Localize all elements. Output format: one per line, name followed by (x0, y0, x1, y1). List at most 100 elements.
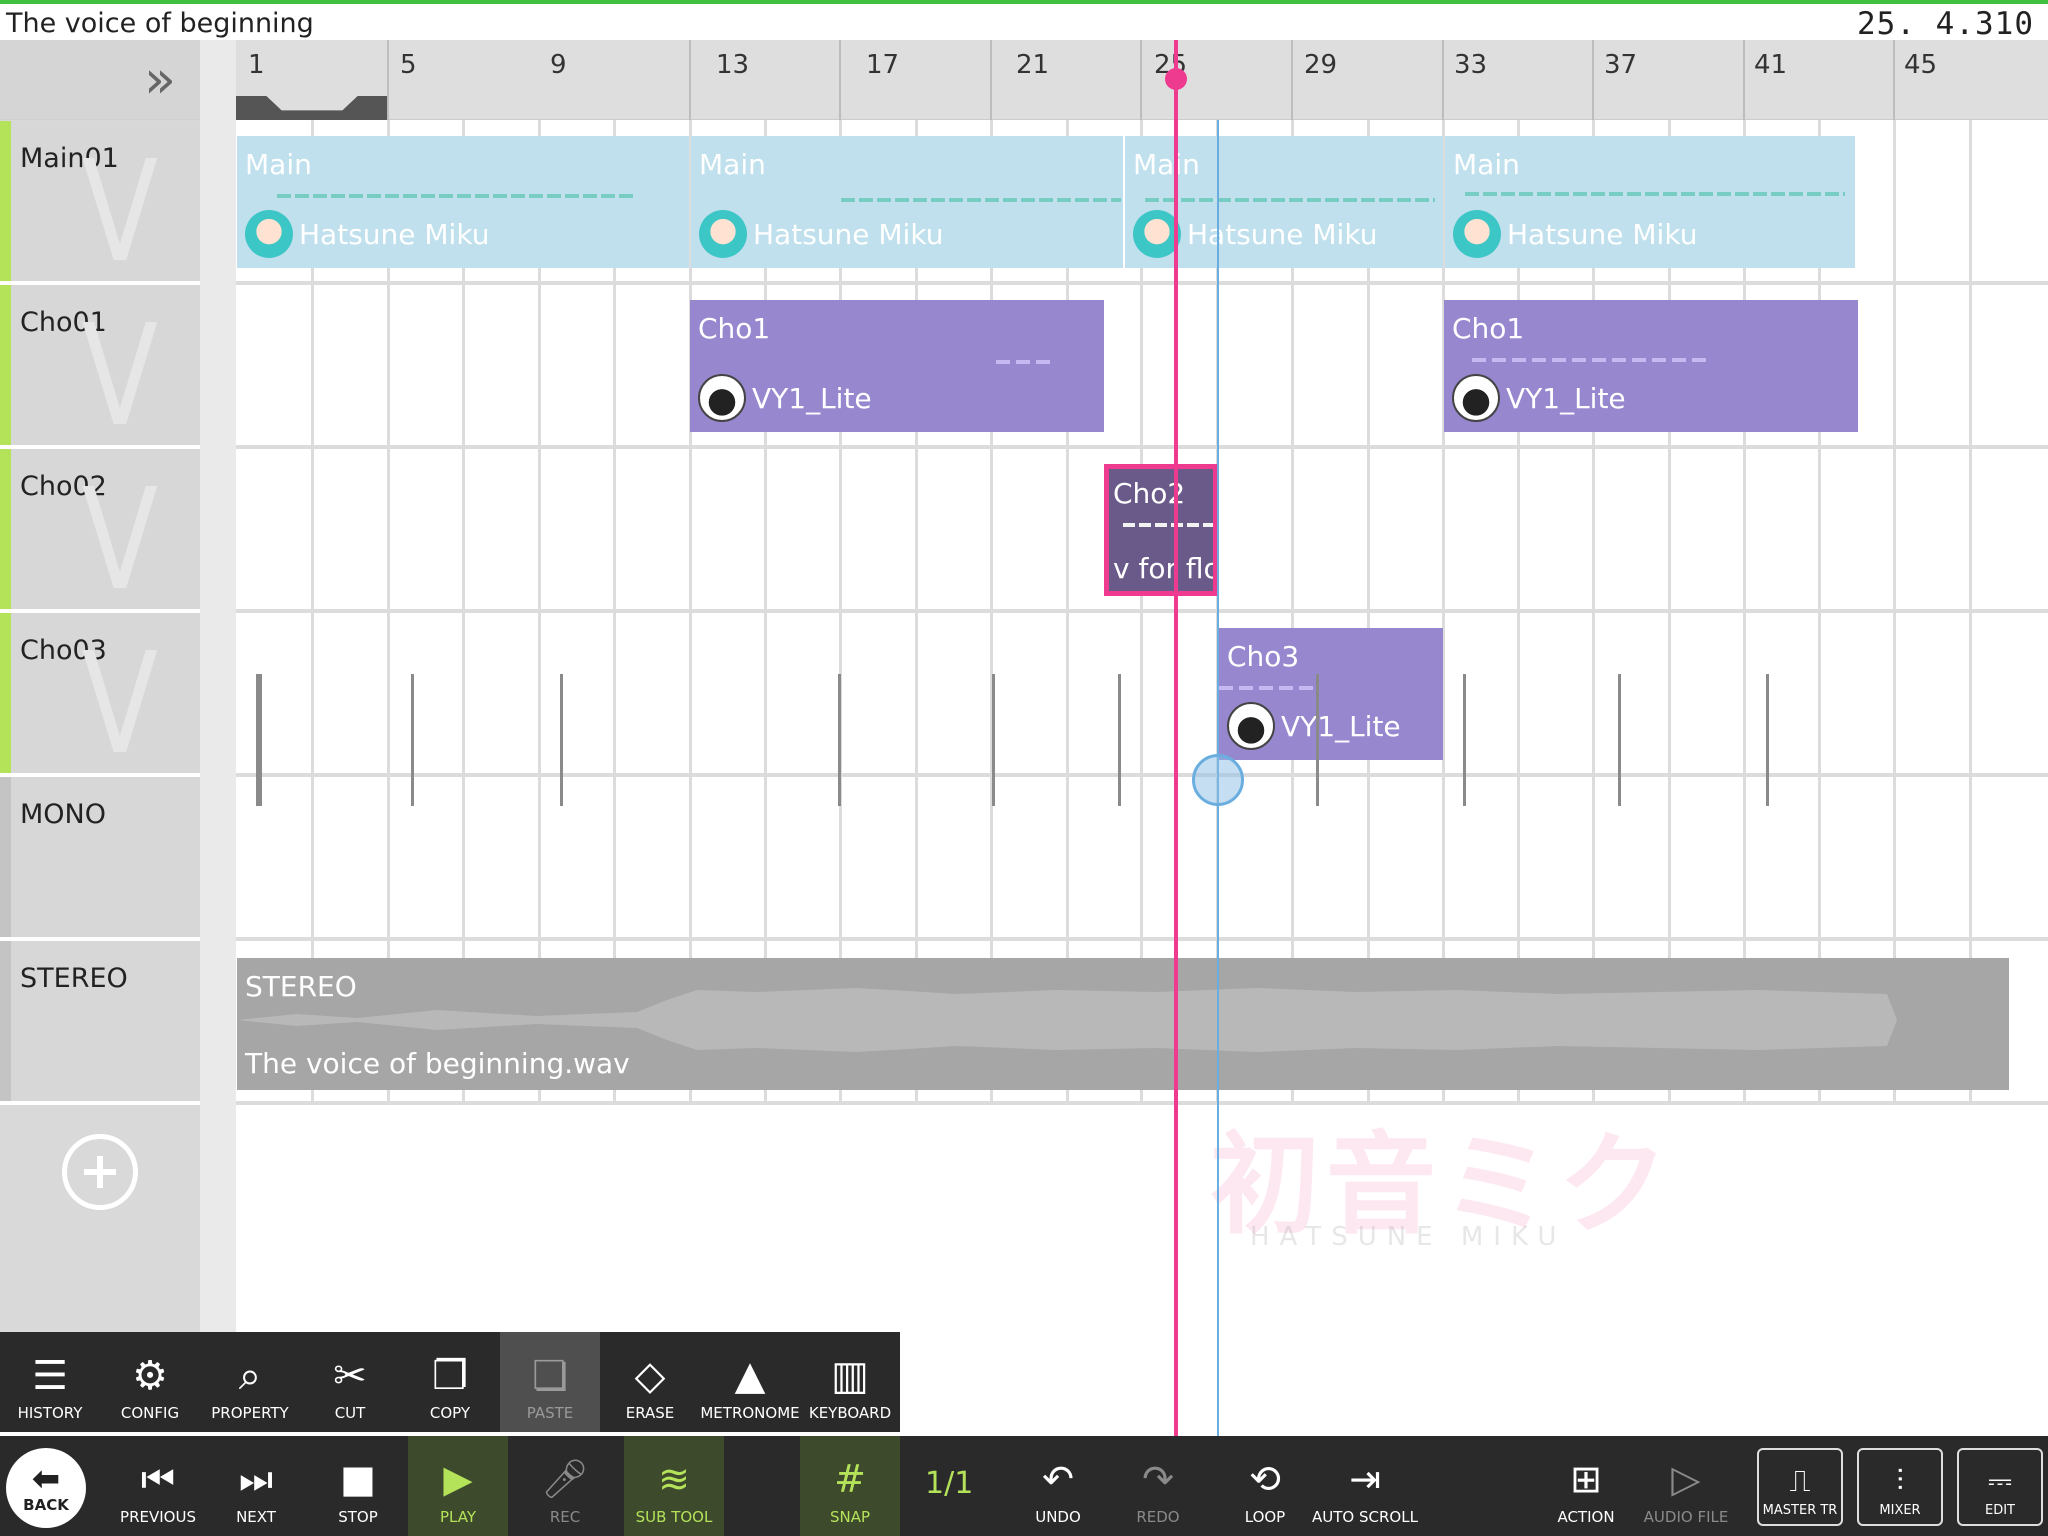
audio-file-button[interactable]: ▷ AUDIO FILE (1636, 1436, 1736, 1536)
property-button[interactable]: ⌕ PROPERTY (200, 1332, 300, 1432)
copy-icon: ❐ (432, 1353, 468, 1399)
bar-tick (1291, 40, 1293, 120)
snap-button[interactable]: # SNAP (800, 1436, 900, 1536)
clip-cho2-selected[interactable]: Cho2 v for flo (1104, 464, 1218, 596)
metronome-button[interactable]: ▲ METRONOME (700, 1332, 800, 1432)
clip-singer: Hatsune Miku (699, 210, 943, 258)
track-header-cho03[interactable]: Cho03 V (0, 613, 200, 777)
auto-scroll-button[interactable]: ⇥ AUTO SCROLL (1310, 1436, 1420, 1536)
singer-name: VY1_Lite (1281, 709, 1401, 743)
clip-title: Main (699, 148, 766, 181)
clip-title: STEREO (245, 970, 357, 1003)
play-button[interactable]: ▶ PLAY (408, 1436, 508, 1536)
undo-button[interactable]: ↶ UNDO (1008, 1436, 1108, 1536)
track-header-stereo[interactable]: STEREO (0, 941, 200, 1105)
redo-button[interactable]: ↷ REDO (1108, 1436, 1208, 1536)
singer-name: VY1_Lite (1506, 381, 1626, 415)
clip-main[interactable]: Main Hatsune Miku (1125, 136, 1443, 268)
copy-button[interactable]: ❐ COPY (400, 1332, 500, 1432)
song-title: The voice of beginning (6, 8, 314, 39)
keyboard-button[interactable]: ▥ KEYBOARD (800, 1332, 900, 1432)
history-icon: ☰ (32, 1353, 68, 1399)
history-button[interactable]: ☰ HISTORY (0, 1332, 100, 1432)
loop-range-marker[interactable] (236, 96, 388, 120)
auto-scroll-icon: ⇥ (1349, 1457, 1381, 1501)
bar-number: 45 (1904, 50, 1938, 80)
track-header-mono[interactable]: MONO (0, 777, 200, 941)
clip-cho1[interactable]: Cho1 VY1_Lite (1444, 300, 1858, 432)
singer-avatar-icon (698, 374, 746, 422)
track-name: MONO (20, 799, 106, 830)
track-color-stripe (0, 285, 11, 445)
gear-icon: ⚙ (132, 1353, 168, 1399)
bar-number: 13 (716, 50, 750, 80)
audio-marker (1463, 674, 1466, 806)
track-header-cho01[interactable]: Cho01 V (0, 285, 200, 449)
clip-main[interactable]: Main Hatsune Miku (691, 136, 1123, 268)
clip-singer: v for flo (1113, 552, 1218, 585)
bar-number: 9 (550, 50, 567, 80)
clip-singer: VY1_Lite (1452, 374, 1626, 422)
add-track-button[interactable] (62, 1134, 138, 1210)
audio-marker (256, 674, 262, 806)
note-line (1472, 358, 1712, 362)
bar-tick (839, 40, 841, 120)
bar-ruler[interactable]: 1 5 9 13 17 21 25 29 33 37 41 45 (236, 40, 2048, 120)
loop-button[interactable]: ⟲ LOOP (1215, 1436, 1315, 1536)
bar-tick (387, 40, 389, 120)
watermark-subtitle: HATSUNE MIKU (1250, 1222, 1567, 1252)
master-track-button[interactable]: ⎍ MASTER TR (1752, 1436, 1848, 1536)
vocaloid-track-icon: V (81, 131, 159, 294)
master-track-icon: ⎍ (1789, 1464, 1811, 1499)
expand-tracks-button[interactable]: » (0, 40, 200, 120)
singer-avatar-icon (1452, 374, 1500, 422)
playhead-handle[interactable] (1165, 68, 1187, 90)
audio-marker (992, 674, 995, 806)
clip-cho3[interactable]: Cho3 VY1_Lite (1219, 628, 1443, 760)
edit-button[interactable]: ⎓ EDIT (1952, 1436, 2048, 1536)
erase-button[interactable]: ◇ ERASE (600, 1332, 700, 1432)
next-button[interactable]: ⏭ NEXT (208, 1436, 304, 1536)
rec-button[interactable]: 🎤︎ REC (515, 1436, 615, 1536)
back-button[interactable]: ⬅ BACK (6, 1448, 86, 1528)
sub-tool-button[interactable]: ≋ SUB TOOL (624, 1436, 724, 1536)
track-color-stripe (0, 777, 11, 937)
microphone-icon: 🎤︎ (540, 1457, 590, 1501)
track-color-stripe (0, 941, 11, 1101)
bar-number: 17 (866, 50, 900, 80)
playhead[interactable] (1174, 40, 1178, 1440)
edit-cursor-handle[interactable] (1192, 754, 1244, 806)
clip-cho1[interactable]: Cho1 VY1_Lite (690, 300, 1104, 432)
mixer-button[interactable]: ⫶ MIXER (1852, 1436, 1948, 1536)
clip-main[interactable]: Main Hatsune Miku (1445, 136, 1855, 268)
clip-singer: VY1_Lite (1227, 702, 1401, 750)
note-line (1465, 192, 1845, 196)
snap-ratio[interactable]: 1/1 (925, 1466, 973, 1501)
audio-marker (1618, 674, 1621, 806)
sub-tool-icon: ≋ (658, 1457, 690, 1501)
track-header-cho02[interactable]: Cho02 V (0, 449, 200, 613)
bar-tick (1743, 40, 1745, 120)
config-button[interactable]: ⚙ CONFIG (100, 1332, 200, 1432)
note-line (996, 360, 1056, 364)
beat-line (1969, 120, 1972, 1102)
clip-stereo-audio[interactable]: STEREO The voice of beginning.wav (237, 958, 2009, 1090)
stop-button[interactable]: ■ STOP (308, 1436, 408, 1536)
singer-name: Hatsune Miku (753, 217, 944, 251)
audio-marker (1766, 674, 1769, 806)
cut-button[interactable]: ✂ CUT (300, 1332, 400, 1432)
action-button[interactable]: ⊞ ACTION (1536, 1436, 1636, 1536)
audio-marker (838, 674, 841, 806)
paste-button[interactable]: ❏ PASTE (500, 1332, 600, 1432)
bar-tick (990, 40, 992, 120)
track-header-main01[interactable]: Main01 V (0, 121, 200, 285)
clip-main[interactable]: Main Hatsune Miku (237, 136, 689, 268)
clip-filename: The voice of beginning.wav (245, 1047, 630, 1080)
beat-line (1893, 120, 1896, 1102)
clip-singer: Hatsune Miku (1453, 210, 1697, 258)
scissors-icon: ✂ (333, 1353, 367, 1399)
note-line (841, 198, 1121, 202)
bar-number: 5 (400, 50, 417, 80)
grid-icon: # (834, 1457, 866, 1501)
previous-button[interactable]: ⏮ PREVIOUS (108, 1436, 208, 1536)
